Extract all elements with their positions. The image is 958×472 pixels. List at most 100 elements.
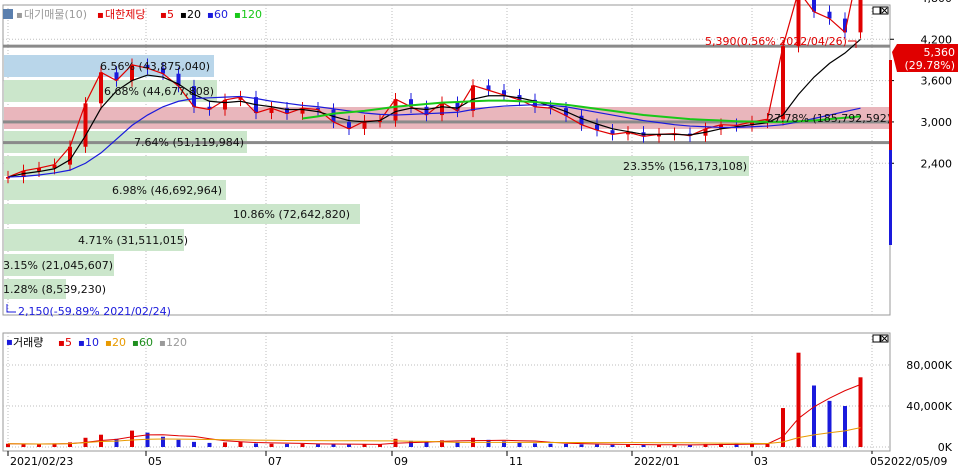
candle-body <box>68 146 72 165</box>
price-axis-tick-label: 2,400 <box>921 157 953 170</box>
volume-bar <box>37 444 41 447</box>
x-axis-label: 07 <box>268 455 282 468</box>
price-axis-tick-label: 3,000 <box>921 116 953 129</box>
volume-bar <box>238 441 243 447</box>
maximize-panel-button[interactable] <box>872 6 881 15</box>
stock-chart[interactable]: 4,8004,2003,6003,0002,40080,000K40,000K0… <box>0 0 958 469</box>
volume-bar <box>285 443 289 447</box>
volume-bar <box>641 444 646 447</box>
x-axis-label: 09 <box>394 455 408 468</box>
legend-marker: ▪ <box>159 338 166 349</box>
legend-marker: ▪ <box>207 10 214 21</box>
high-price-note: 5,390(0.56% 2022/04/26) <box>705 35 847 48</box>
volume-profile-label: 4.71% (31,511,015) <box>78 234 188 247</box>
volume-profile-label: 6.98% (46,692,964) <box>112 184 222 197</box>
volume-profile-label: 1.28% (8,539,230) <box>3 283 106 296</box>
legend-marker: ▪ <box>16 10 23 21</box>
current-price-change: (29.78%) <box>904 59 955 72</box>
legend-marker: ▪ <box>234 10 241 21</box>
volume-legend-ma-label: 120 <box>166 336 187 349</box>
volume-bar <box>579 444 584 447</box>
price-axis-tick-label: 3,600 <box>921 75 953 88</box>
candle-body <box>83 103 88 147</box>
x-axis-label: 05 <box>870 455 884 468</box>
volume-bar <box>347 444 351 447</box>
x-axis-label: 2021/02/23 <box>10 455 73 468</box>
volume-bar <box>223 442 227 447</box>
legend-marker: ▪ <box>97 10 104 21</box>
volume-profile-label: 23.35% (156,173,108) <box>623 160 747 173</box>
volume-bar <box>657 444 661 447</box>
volume-bar <box>192 441 196 447</box>
legend-toggle-icon[interactable] <box>3 9 13 19</box>
legend-marker: ▪ <box>6 337 13 348</box>
legend-ma-label: 120 <box>241 8 262 21</box>
volume-profile-label: 6.56% (43,875,040) <box>100 60 210 73</box>
volume-profile-label: 6.68% (44,677,808) <box>104 85 214 98</box>
volume-bar <box>533 443 537 447</box>
volume-bar <box>207 442 212 447</box>
volume-bar <box>827 400 832 447</box>
candle-body <box>781 46 785 120</box>
volume-bar <box>316 444 320 447</box>
volume-profile-label: 27.78% (185,792,592) <box>767 112 891 125</box>
volume-legend-ma-label: 20 <box>112 336 126 349</box>
volume-axis-tick-label: 0K <box>938 441 953 454</box>
volume-bar <box>114 438 119 447</box>
volume-legend-ma-label: 60 <box>139 336 153 349</box>
legend-stock-name: 대한제당 <box>105 8 145 21</box>
candle-body <box>99 72 103 104</box>
legend-ma-label: 60 <box>214 8 228 21</box>
volume-bar <box>409 440 413 447</box>
volume-bar <box>331 444 336 447</box>
volume-legend-title: 거래량 <box>13 336 43 349</box>
volume-profile-label: 10.86% (72,642,820) <box>233 208 350 221</box>
volume-bar <box>176 439 181 447</box>
legend-ma-label: 20 <box>187 8 201 21</box>
volume-bar <box>595 444 599 447</box>
axis-volume-bar <box>889 60 892 150</box>
legend-marker: ▪ <box>180 10 187 21</box>
volume-bar <box>858 377 863 447</box>
x-axis-label: 2022/01 <box>634 455 680 468</box>
volume-axis-tick-label: 40,000K <box>906 400 952 413</box>
price-axis-tick-label: 4,800 <box>921 0 953 5</box>
volume-bar <box>424 442 429 447</box>
volume-bar <box>269 443 274 447</box>
volume-bar <box>130 430 134 447</box>
chart-window: 4,8004,2003,6003,0002,40080,000K40,000K0… <box>0 0 958 469</box>
current-price-value: 5,360 <box>924 46 956 59</box>
volume-panel <box>2 332 891 452</box>
volume-bar <box>254 443 258 447</box>
volume-profile-label: 3.15% (21,045,607) <box>3 259 113 272</box>
x-axis-label: 11 <box>509 455 523 468</box>
volume-bar <box>161 436 165 447</box>
legend-marker: ▪ <box>78 338 85 349</box>
volume-bar <box>548 443 553 447</box>
volume-bar <box>21 444 26 447</box>
volume-bar <box>610 444 615 447</box>
maximize-panel-button[interactable] <box>872 334 881 343</box>
candle-body <box>858 0 863 33</box>
volume-bar <box>300 443 305 447</box>
legend-marker: ▪ <box>132 338 139 349</box>
volume-bar <box>564 443 568 447</box>
x-axis-label: 05 <box>148 455 162 468</box>
legend-muted-label: 대기매물(10) <box>24 8 87 21</box>
legend-marker: ▪ <box>160 10 167 21</box>
legend-ma-label: 5 <box>167 8 174 21</box>
volume-bar <box>626 444 630 447</box>
volume-bar <box>812 385 816 447</box>
volume-bar <box>517 442 522 447</box>
volume-bar <box>796 352 801 447</box>
volume-bar <box>362 444 367 447</box>
volume-legend-ma-label: 5 <box>65 336 72 349</box>
legend-marker: ▪ <box>105 338 112 349</box>
candle-body <box>393 99 398 121</box>
axis-volume-bar <box>889 150 892 245</box>
volume-axis-tick-label: 80,000K <box>906 359 952 372</box>
x-axis-label: 03 <box>754 455 768 468</box>
volume-profile-label: 7.64% (51,119,984) <box>134 136 244 149</box>
volume-bar <box>843 406 847 447</box>
legend-marker: ▪ <box>58 338 65 349</box>
